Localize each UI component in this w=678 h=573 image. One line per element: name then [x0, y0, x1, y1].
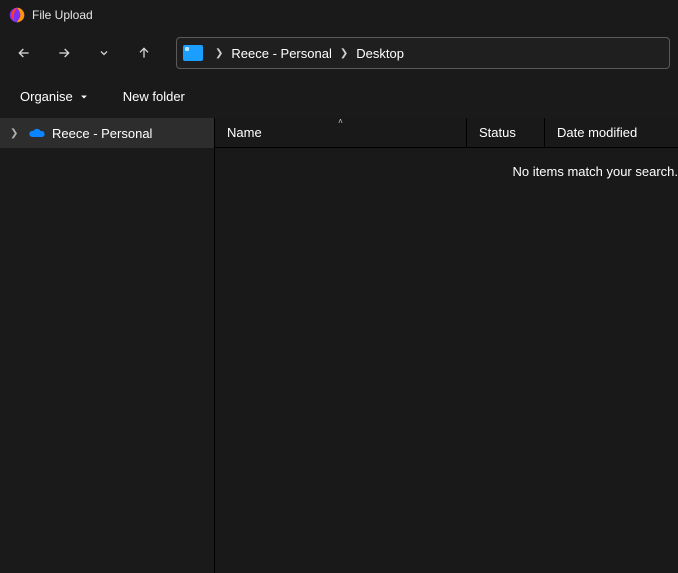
column-label: Date modified: [557, 125, 637, 140]
breadcrumb-part[interactable]: Desktop: [354, 44, 406, 63]
column-label: Status: [479, 125, 516, 140]
tree-item-reece-personal[interactable]: ❯ Reece - Personal: [0, 118, 214, 148]
column-label: Name: [227, 125, 262, 140]
new-folder-label: New folder: [123, 89, 185, 104]
column-headers: Name ˄ Status Date modified: [215, 118, 678, 148]
chevron-right-icon[interactable]: ❯: [215, 48, 223, 59]
content-pane: Name ˄ Status Date modified No items mat…: [215, 118, 678, 573]
nav-row: ❯ Reece - Personal ❯ Desktop: [0, 30, 678, 76]
desktop-icon: [183, 45, 203, 61]
breadcrumb-bar[interactable]: ❯ Reece - Personal ❯ Desktop: [176, 37, 670, 69]
window-title: File Upload: [32, 8, 93, 22]
title-bar: File Upload: [0, 0, 678, 30]
breadcrumb-part[interactable]: Reece - Personal: [229, 44, 333, 63]
sort-ascending-icon: ˄: [338, 117, 343, 126]
toolbar: Organise New folder: [0, 76, 678, 118]
column-header-date[interactable]: Date modified: [545, 118, 678, 147]
organise-label: Organise: [20, 89, 73, 104]
chevron-right-icon[interactable]: ❯: [10, 128, 22, 139]
forward-button[interactable]: [48, 37, 80, 69]
chevron-right-icon[interactable]: ❯: [340, 48, 348, 59]
firefox-icon: [8, 6, 26, 24]
sidebar: ❯ Reece - Personal: [0, 118, 215, 573]
back-button[interactable]: [8, 37, 40, 69]
main-area: ❯ Reece - Personal Name ˄ Status Date mo…: [0, 118, 678, 573]
column-header-status[interactable]: Status: [467, 118, 545, 147]
recent-locations-button[interactable]: [88, 37, 120, 69]
new-folder-button[interactable]: New folder: [119, 85, 189, 108]
tree-item-label: Reece - Personal: [52, 126, 152, 141]
onedrive-icon: [28, 127, 46, 139]
up-button[interactable]: [128, 37, 160, 69]
column-header-name[interactable]: Name ˄: [215, 118, 467, 147]
empty-message: No items match your search.: [513, 164, 678, 179]
organise-button[interactable]: Organise: [16, 85, 93, 108]
